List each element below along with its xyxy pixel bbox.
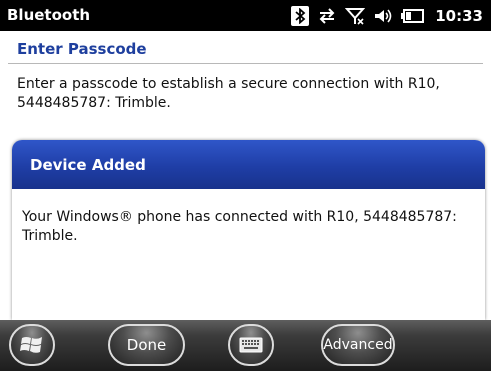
speaker-icon[interactable] (373, 7, 393, 25)
passcode-description: Enter a passcode to establish a secure c… (17, 76, 440, 111)
dialog-message: Your Windows® phone has connected with R… (22, 209, 457, 244)
status-bar: Bluetooth 10:33 (0, 0, 491, 31)
windows-logo-icon (20, 337, 42, 353)
dialog-title: Device Added (30, 156, 146, 174)
header-divider (8, 63, 483, 64)
done-button[interactable]: Done (108, 324, 185, 366)
dialog-title-bar: Device Added (12, 140, 485, 189)
sync-icon[interactable] (317, 7, 337, 25)
taskbar: Done Advanced (0, 320, 491, 371)
keyboard-icon (239, 337, 263, 353)
page-header: Enter Passcode (0, 31, 491, 64)
clock[interactable]: 10:33 (435, 7, 483, 25)
keyboard-button[interactable] (228, 324, 274, 366)
advanced-button[interactable]: Advanced (321, 324, 395, 366)
status-icons: 10:33 (291, 4, 483, 28)
bluetooth-icon[interactable] (291, 6, 310, 26)
no-signal-icon[interactable] (345, 6, 366, 26)
device-added-dialog: Device Added Your Windows® phone has con… (12, 140, 485, 320)
app-title: Bluetooth (7, 6, 91, 24)
start-button[interactable] (9, 324, 55, 366)
battery-icon[interactable] (401, 8, 425, 24)
page-title: Enter Passcode (17, 40, 147, 58)
